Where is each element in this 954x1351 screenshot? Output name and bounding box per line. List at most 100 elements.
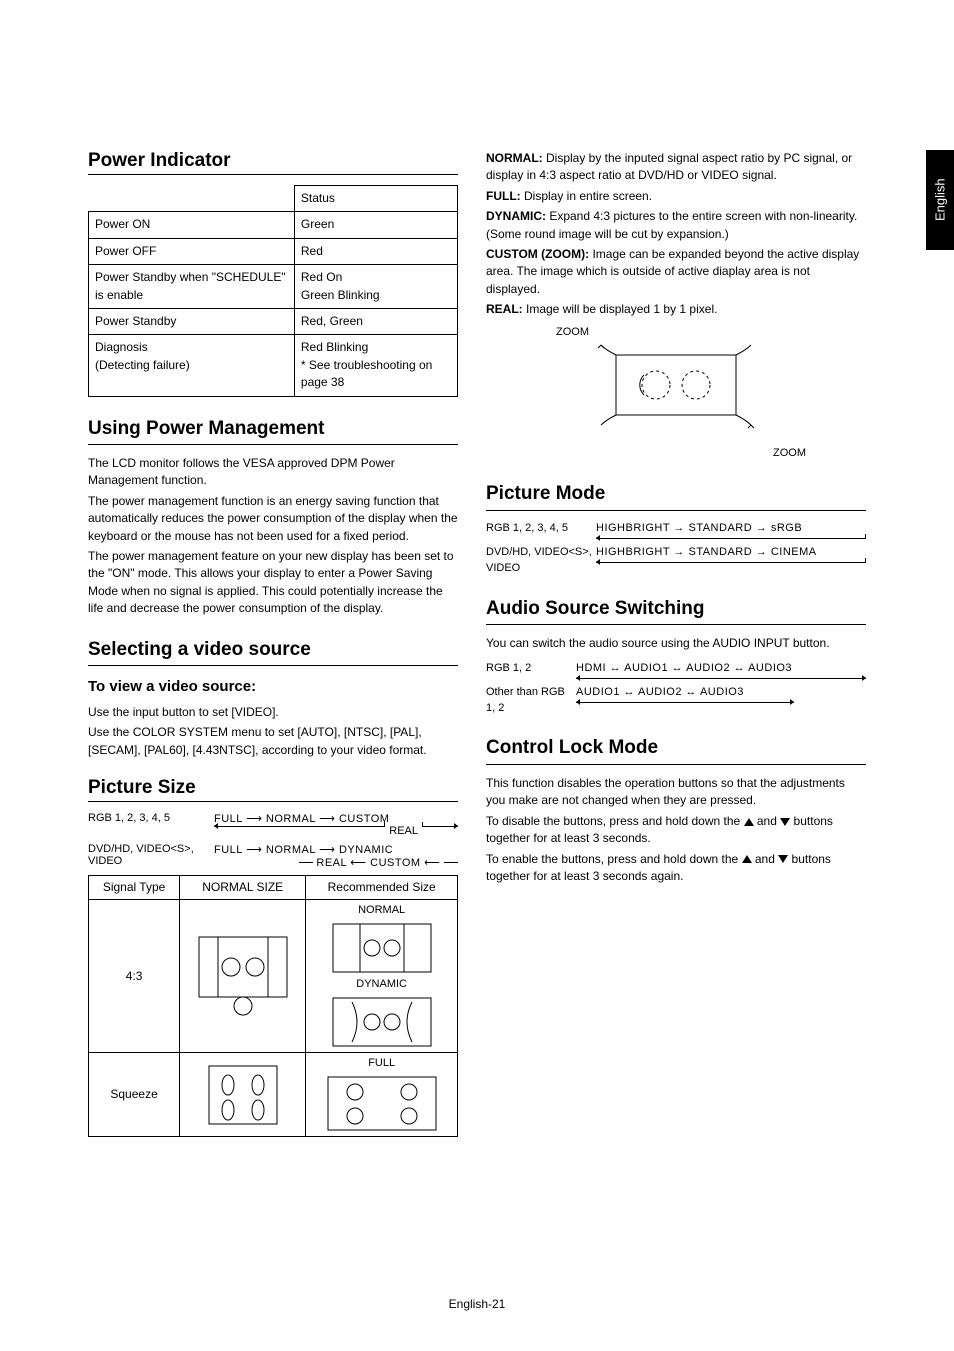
ps-r1-d: REAL xyxy=(389,825,418,837)
section-power-management: Using Power Management The LCD monitor f… xyxy=(88,415,458,618)
section-definitions: NORMAL: Display by the inputed signal as… xyxy=(486,150,866,462)
right-column: NORMAL: Display by the inputed signal as… xyxy=(486,150,866,1155)
pi-mode-1: Power OFF xyxy=(89,238,295,264)
shape-4-3-normal xyxy=(198,936,288,1016)
pi-status-1: Red xyxy=(294,238,457,264)
cl-p1: This function disables the operation but… xyxy=(486,775,866,810)
ps-r2-d: REAL xyxy=(316,857,346,869)
triangle-up-icon xyxy=(742,855,752,863)
ps-r2-normal-shape xyxy=(180,1053,306,1137)
pm-p3: The power management feature on your new… xyxy=(88,548,458,618)
section-audio-switching: Audio Source Switching You can switch th… xyxy=(486,595,866,717)
left-column: Power Indicator Status Power ONGreen Pow… xyxy=(88,150,458,1155)
pi-status-3: Red, Green xyxy=(294,308,457,334)
section-video-source: Selecting a video source To view a video… xyxy=(88,636,458,759)
pm-r2-a: HIGHBRIGHT xyxy=(596,546,670,558)
subheading-video-source: To view a video source: xyxy=(88,676,458,698)
ps-th3: Recommended Size xyxy=(306,876,458,900)
heading-control-lock: Control Lock Mode xyxy=(486,734,866,765)
ps-r1-a: FULL xyxy=(214,813,243,825)
page-content: Power Indicator Status Power ONGreen Pow… xyxy=(0,0,954,1195)
ps-r1-normal-shape xyxy=(180,900,306,1053)
au-r1-a: HDMI xyxy=(576,662,606,674)
pi-mode-0: Power ON xyxy=(89,212,295,238)
ps-r1-rec: NORMAL DYNAMIC xyxy=(306,900,458,1053)
picture-size-row1: RGB 1, 2, 3, 4, 5 FULL ⟶ NORMAL ⟶ CUSTOM… xyxy=(88,812,458,837)
cl-p2: To disable the buttons, press and hold d… xyxy=(486,813,866,848)
def-normal-lbl: NORMAL: xyxy=(486,151,543,165)
heading-power-management: Using Power Management xyxy=(88,415,458,446)
section-power-indicator: Power Indicator Status Power ONGreen Pow… xyxy=(88,150,458,397)
shape-normal-rec xyxy=(332,923,432,973)
pm-r2-b: STANDARD xyxy=(688,546,752,558)
shape-full-rec xyxy=(327,1076,437,1131)
au-r1-c: AUDIO2 xyxy=(686,662,730,674)
zoom-label-bottom: ZOOM xyxy=(486,446,806,462)
heading-picture-mode: Picture Mode xyxy=(486,480,866,511)
def-real-txt: Image will be displayed 1 by 1 pixel. xyxy=(523,302,718,316)
pi-status-2: Red On Green Blinking xyxy=(294,265,457,309)
au-r2-b: AUDIO2 xyxy=(638,686,682,698)
def-full-txt: Display in entire screen. xyxy=(521,189,652,203)
ps-r2-rec-label: FULL xyxy=(368,1056,395,1072)
def-real-lbl: REAL: xyxy=(486,302,523,316)
ps-r2-b: NORMAL xyxy=(266,844,316,856)
ps-r2-c: DYNAMIC xyxy=(339,844,393,856)
au-r2-c: AUDIO3 xyxy=(700,686,744,698)
ps-r2-a: FULL xyxy=(214,844,243,856)
ps-row2-label: DVD/HD, VIDEO<S>, VIDEO xyxy=(88,843,214,867)
heading-audio-switching: Audio Source Switching xyxy=(486,595,866,626)
pm-r1-b: STANDARD xyxy=(688,522,752,534)
shape-squeeze-normal xyxy=(208,1065,278,1125)
shape-dynamic-rec xyxy=(332,997,432,1047)
section-control-lock: Control Lock Mode This function disables… xyxy=(486,734,866,885)
au-r1-b: AUDIO1 xyxy=(624,662,668,674)
pm-p2: The power management function is an ener… xyxy=(88,493,458,545)
triangle-up-icon xyxy=(744,818,754,826)
ps-th1: Signal Type xyxy=(89,876,180,900)
ps-r2-type: Squeeze xyxy=(89,1053,180,1137)
pi-status-4: Red Blinking * See troubleshooting on pa… xyxy=(294,335,457,396)
picture-size-table: Signal Type NORMAL SIZE Recommended Size… xyxy=(88,875,458,1137)
section-picture-size: Picture Size RGB 1, 2, 3, 4, 5 FULL ⟶ NO… xyxy=(88,777,458,1137)
heading-power-indicator: Power Indicator xyxy=(88,150,458,175)
ps-th2: NORMAL SIZE xyxy=(180,876,306,900)
pi-mode-4: Diagnosis (Detecting failure) xyxy=(89,335,295,396)
pm-r1-a: HIGHBRIGHT xyxy=(596,522,670,534)
zoom-diagram-icon xyxy=(586,340,766,440)
vs-p2: Use the COLOR SYSTEM menu to set [AUTO],… xyxy=(88,724,458,759)
pi-mode-2: Power Standby when "SCHEDULE" is enable xyxy=(89,265,295,309)
power-indicator-table: Status Power ONGreen Power OFFRed Power … xyxy=(88,185,458,397)
pm-p1: The LCD monitor follows the VESA approve… xyxy=(88,455,458,490)
ps-r1-rec-b: DYNAMIC xyxy=(356,977,407,993)
audio-row2-label: Other than RGB 1, 2 xyxy=(486,685,576,717)
section-picture-mode: Picture Mode RGB 1, 2, 3, 4, 5 HIGHBRIGH… xyxy=(486,480,866,576)
heading-picture-size: Picture Size xyxy=(88,777,458,802)
def-full-lbl: FULL: xyxy=(486,189,521,203)
triangle-down-icon xyxy=(778,855,788,863)
language-tab: English xyxy=(926,150,954,250)
page-footer: English-21 xyxy=(0,1297,954,1311)
ps-r1-type: 4:3 xyxy=(89,900,180,1053)
ps-r2-e: CUSTOM xyxy=(370,857,420,869)
pm-row2-label: DVD/HD, VIDEO<S>, VIDEO xyxy=(486,545,596,577)
triangle-down-icon xyxy=(780,818,790,826)
heading-video-source: Selecting a video source xyxy=(88,636,458,667)
vs-p1: Use the input button to set [VIDEO]. xyxy=(88,704,458,721)
au-r1-d: AUDIO3 xyxy=(748,662,792,674)
pm-row1-label: RGB 1, 2, 3, 4, 5 xyxy=(486,521,596,537)
zoom-label-top: ZOOM xyxy=(556,325,866,341)
def-dynamic-lbl: DYNAMIC: xyxy=(486,209,546,223)
pm-r2-c: CINEMA xyxy=(771,546,817,558)
zoom-figure: ZOOM ZOOM xyxy=(486,325,866,463)
ps-r1-rec-a: NORMAL xyxy=(358,903,405,919)
picture-size-row2: DVD/HD, VIDEO<S>, VIDEO FULL ⟶ NORMAL ⟶ … xyxy=(88,843,458,869)
status-header: Status xyxy=(294,186,457,212)
pi-status-0: Green xyxy=(294,212,457,238)
audio-p1: You can switch the audio source using th… xyxy=(486,635,866,652)
ps-r2-rec: FULL xyxy=(306,1053,458,1137)
cl-p3: To enable the buttons, press and hold do… xyxy=(486,851,866,886)
pi-mode-3: Power Standby xyxy=(89,308,295,334)
audio-row1-label: RGB 1, 2 xyxy=(486,661,576,677)
ps-r1-c: CUSTOM xyxy=(339,813,389,825)
